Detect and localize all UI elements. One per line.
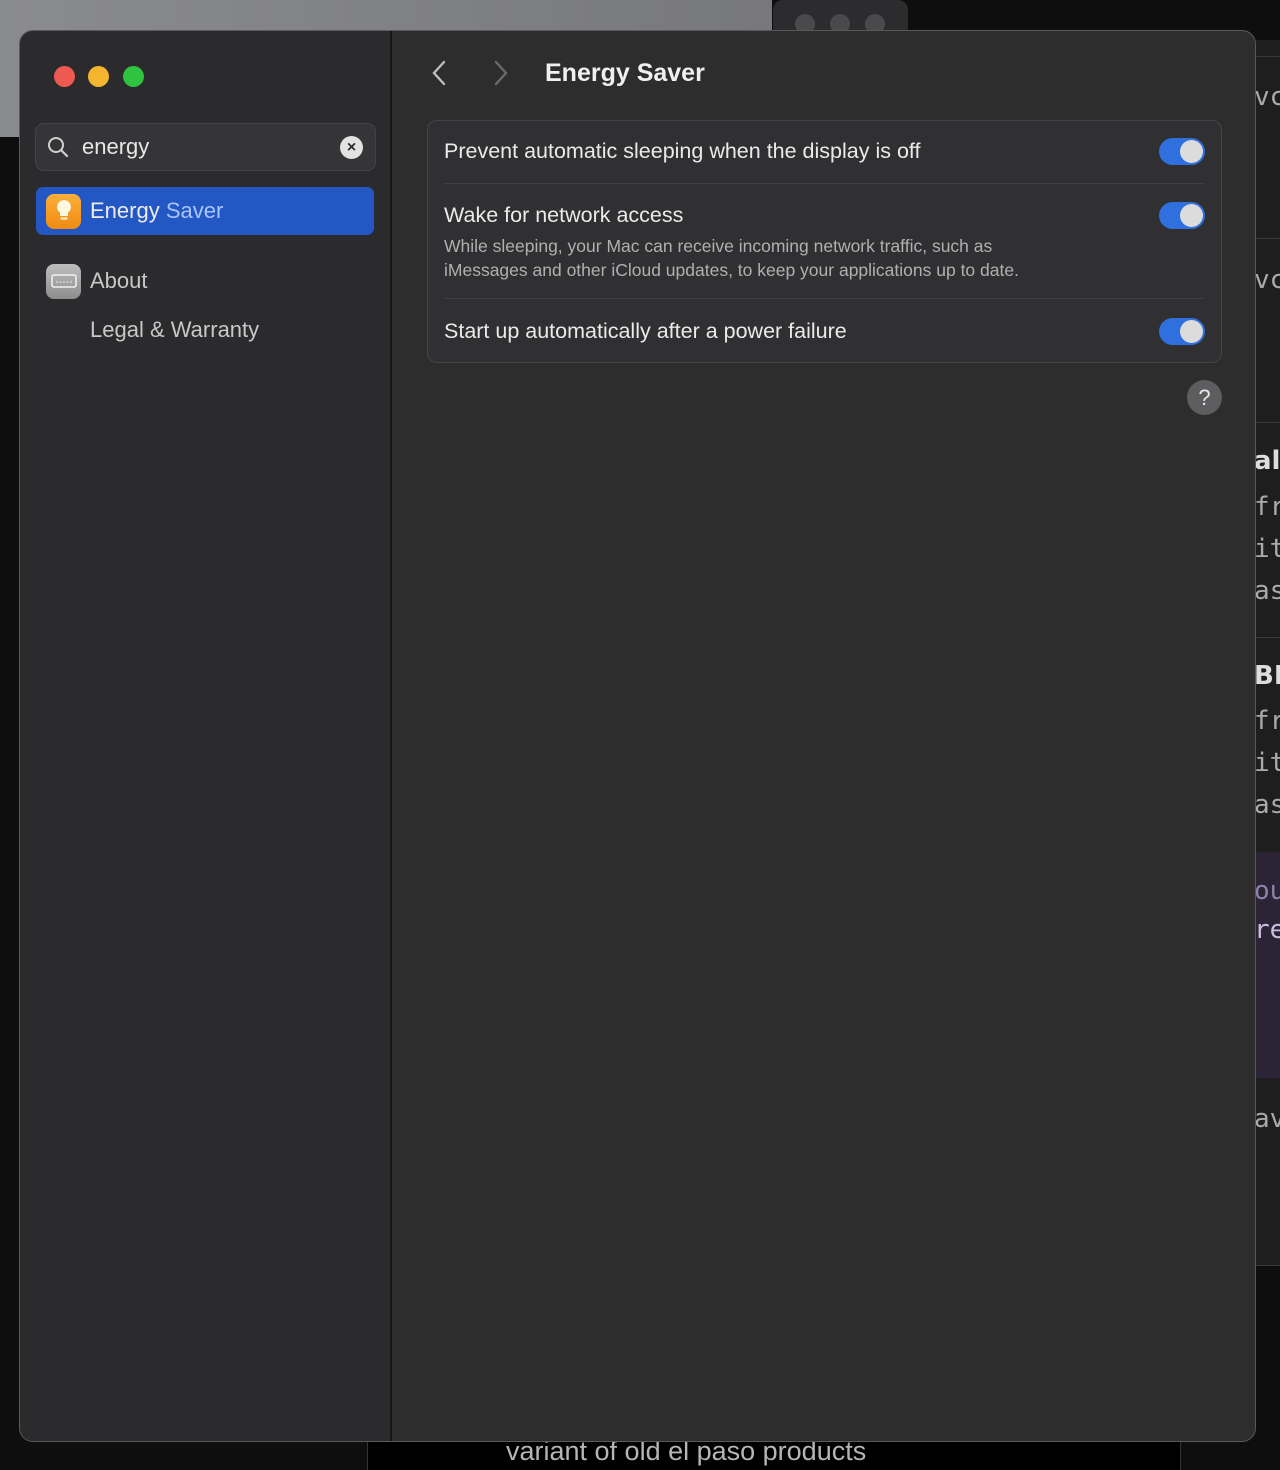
background-text: fri (1254, 492, 1280, 522)
background-text: vc (1254, 82, 1280, 112)
sidebar-item-label: Legal & Warranty (90, 317, 260, 342)
background-text: ou (1254, 876, 1280, 906)
startup-power-failure-toggle[interactable] (1159, 318, 1205, 345)
setting-row: Start up automatically after a power fai… (444, 319, 1205, 344)
divider (1255, 422, 1280, 423)
clear-search-icon[interactable]: × (340, 136, 363, 159)
divider (444, 183, 1205, 184)
divider (1255, 637, 1280, 638)
chevron-right-icon (494, 60, 508, 86)
setting-row: Wake for network access While sleeping, … (444, 203, 1205, 282)
setting-label: Wake for network access (444, 203, 684, 227)
background-text: av (1254, 1104, 1280, 1134)
search-input[interactable]: energy (82, 134, 149, 160)
search-icon (48, 137, 69, 158)
setting-label: Start up automatically after a power fai… (444, 319, 847, 343)
settings-group: Prevent automatic sleeping when the disp… (427, 120, 1222, 363)
help-button[interactable]: ? (1187, 380, 1222, 415)
close-button[interactable] (54, 66, 75, 87)
back-button[interactable] (430, 58, 448, 96)
background-text: BL (1254, 661, 1280, 691)
setting-description: While sleeping, your Mac can receive inc… (444, 236, 993, 256)
minimize-button[interactable] (88, 66, 109, 87)
background-text: ite (1254, 748, 1280, 778)
search-field[interactable]: energy × (35, 123, 376, 171)
background-text: vc (1254, 265, 1280, 295)
page-title: Energy Saver (545, 59, 705, 87)
divider (444, 298, 1205, 299)
divider (1255, 1265, 1280, 1266)
sidebar-item-label: About (90, 268, 148, 293)
background-text: re (1254, 915, 1280, 945)
background-text: ite (1254, 534, 1280, 564)
sidebar-item-energy-saver[interactable]: Energy Saver (36, 187, 374, 235)
wake-network-toggle[interactable] (1159, 202, 1205, 229)
background-text: fri (1254, 706, 1280, 736)
setting-description: iMessages and other iCloud updates, to k… (444, 260, 1019, 280)
divider (1255, 56, 1280, 57)
prevent-sleep-toggle[interactable] (1159, 138, 1205, 165)
sidebar-item-label: Energy (90, 198, 160, 223)
sidebar-item-legal-warranty[interactable]: Legal & Warranty (36, 306, 374, 354)
sidebar-item-about[interactable]: About (36, 257, 374, 305)
background-text: as (1254, 790, 1280, 820)
zoom-button[interactable] (123, 66, 144, 87)
about-icon (46, 263, 81, 299)
sidebar-item-label-rest: Saver (159, 198, 224, 223)
divider (1255, 238, 1280, 239)
setting-label: Prevent automatic sleeping when the disp… (444, 139, 921, 163)
setting-row: Prevent automatic sleeping when the disp… (444, 139, 1205, 164)
sidebar: energy × Energy Saver About Legal & Warr… (20, 31, 392, 1441)
main-pane: Energy Saver Prevent automatic sleeping … (392, 31, 1255, 1441)
lightbulb-icon (46, 193, 81, 229)
chevron-left-icon (432, 60, 446, 86)
settings-window: energy × Energy Saver About Legal & Warr… (19, 30, 1256, 1442)
background-text: as (1254, 576, 1280, 606)
background-text: al (1254, 446, 1280, 476)
forward-button[interactable] (492, 58, 510, 96)
